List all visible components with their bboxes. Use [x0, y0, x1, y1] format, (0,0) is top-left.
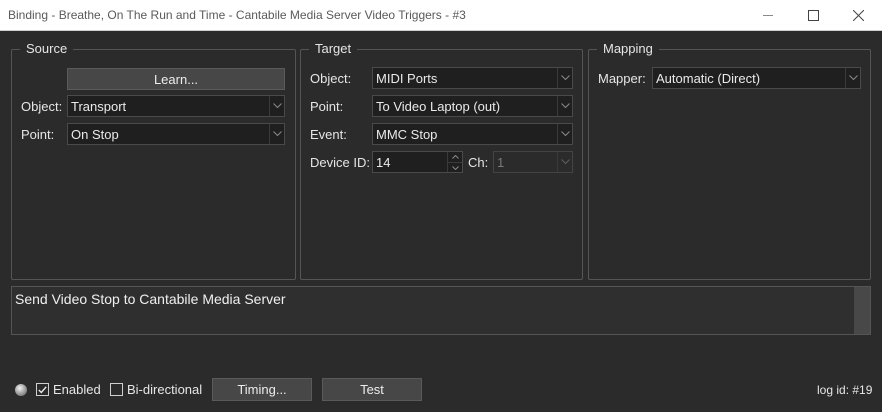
status-led-icon: [15, 384, 27, 396]
bidirectional-checkbox[interactable]: [110, 383, 123, 396]
description-text: Send Video Stop to Cantabile Media Serve…: [15, 291, 286, 307]
mapping-legend: Mapping: [597, 41, 659, 56]
device-id-value: 14: [376, 155, 391, 170]
target-legend: Target: [309, 41, 358, 56]
close-icon: [852, 10, 864, 21]
target-event-value: MMC Stop: [376, 127, 438, 142]
chevron-down-icon: [557, 96, 572, 116]
description-field[interactable]: Send Video Stop to Cantabile Media Serve…: [11, 286, 871, 335]
description-scrollbar[interactable]: [854, 287, 870, 334]
source-point-select[interactable]: On Stop: [67, 123, 285, 145]
target-object-label: Object:: [310, 71, 352, 86]
window-title: Binding - Breathe, On The Run and Time -…: [8, 8, 466, 22]
target-event-select[interactable]: MMC Stop: [372, 123, 573, 145]
source-point-label: Point:: [21, 127, 55, 142]
chevron-down-icon: [269, 124, 284, 144]
chevron-down-icon[interactable]: [447, 162, 462, 172]
channel-value: 1: [497, 155, 505, 170]
mapper-select[interactable]: Automatic (Direct): [652, 67, 861, 89]
chevron-down-icon: [269, 96, 284, 116]
chevron-down-icon: [557, 152, 572, 172]
enabled-label[interactable]: Enabled: [53, 382, 101, 397]
source-object-value: Transport: [71, 99, 127, 114]
channel-select: 1: [493, 151, 573, 173]
close-button[interactable]: [835, 0, 881, 31]
target-point-select[interactable]: To Video Laptop (out): [372, 95, 573, 117]
log-id-text: log id: #19: [817, 383, 873, 397]
chevron-up-icon[interactable]: [447, 152, 462, 162]
target-point-label: Point:: [310, 99, 344, 114]
chevron-down-icon: [845, 68, 860, 88]
chevron-down-icon: [557, 124, 572, 144]
source-point-value: On Stop: [71, 127, 119, 142]
test-button[interactable]: Test: [322, 378, 422, 401]
target-point-value: To Video Laptop (out): [376, 99, 501, 114]
device-id-label: Device ID:: [310, 155, 370, 170]
learn-button[interactable]: Learn...: [67, 68, 285, 90]
source-object-label: Object:: [21, 99, 63, 114]
target-event-label: Event:: [310, 127, 347, 142]
checkmark-icon: [38, 385, 47, 394]
source-legend: Source: [20, 41, 74, 56]
device-id-stepper[interactable]: 14: [372, 151, 463, 173]
enabled-checkbox[interactable]: [36, 383, 49, 396]
minimize-icon: [762, 15, 773, 16]
source-object-select[interactable]: Transport: [67, 95, 285, 117]
bidirectional-label[interactable]: Bi-directional: [127, 382, 202, 397]
chevron-down-icon: [557, 68, 572, 88]
maximize-button[interactable]: [790, 0, 836, 31]
target-object-select[interactable]: MIDI Ports: [372, 67, 573, 89]
target-object-value: MIDI Ports: [376, 71, 438, 86]
mapper-value: Automatic (Direct): [656, 71, 761, 86]
maximize-icon: [807, 10, 819, 21]
channel-label: Ch:: [468, 155, 489, 170]
title-bar: Binding - Breathe, On The Run and Time -…: [0, 0, 882, 31]
minimize-button[interactable]: [745, 0, 791, 31]
mapper-label: Mapper:: [598, 71, 646, 86]
timing-button[interactable]: Timing...: [212, 378, 312, 401]
